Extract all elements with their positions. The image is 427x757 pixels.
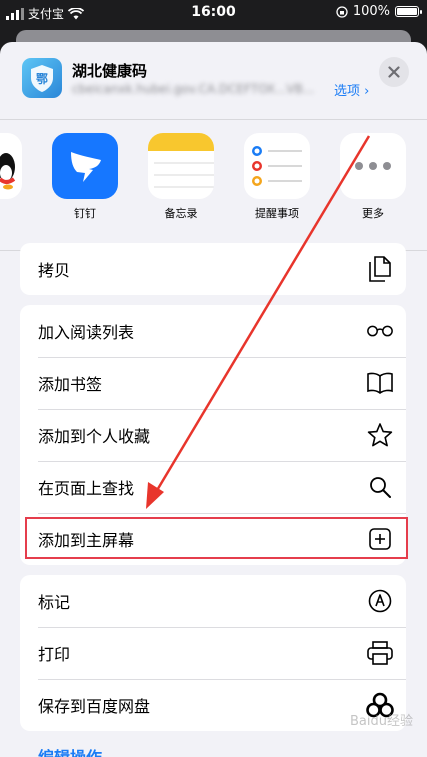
page-url: cbeicanxk.hubei.gov.CA.DCEFTOX...VB... bbox=[72, 82, 315, 96]
printer-icon bbox=[366, 639, 394, 667]
close-icon bbox=[388, 66, 400, 78]
action-label: 打印 bbox=[38, 645, 71, 664]
shield-icon: 鄂 bbox=[31, 65, 53, 92]
search-icon bbox=[366, 473, 394, 501]
action-find-on-page[interactable]: 在页面上查找 bbox=[20, 461, 406, 513]
rotation-lock-icon bbox=[336, 5, 348, 18]
share-app-label: 提醒事项 bbox=[255, 207, 299, 220]
action-label: 拷贝 bbox=[38, 261, 71, 280]
status-bar: 支付宝 16:00 100% bbox=[0, 0, 427, 26]
action-label: 添加书签 bbox=[38, 375, 103, 394]
dingtalk-icon bbox=[52, 133, 118, 199]
action-label: 在页面上查找 bbox=[38, 479, 135, 498]
action-group-browser: 加入阅读列表 添加书签 添加到个人收藏 在页面上查找 添加到主屏幕 bbox=[20, 305, 406, 565]
share-app-label: 备忘录 bbox=[164, 207, 198, 220]
notes-icon bbox=[148, 133, 214, 199]
action-add-favorites[interactable]: 添加到个人收藏 bbox=[20, 409, 406, 461]
action-print[interactable]: 打印 bbox=[20, 627, 406, 679]
share-app-label: 钉钉 bbox=[74, 207, 96, 220]
action-label: 添加到个人收藏 bbox=[38, 427, 151, 446]
markup-icon bbox=[366, 587, 394, 615]
share-app-qq[interactable] bbox=[0, 133, 22, 205]
qq-icon bbox=[0, 133, 22, 199]
action-reading-list[interactable]: 加入阅读列表 bbox=[20, 305, 406, 357]
action-label: 添加到主屏幕 bbox=[38, 531, 135, 550]
action-label: 保存到百度网盘 bbox=[38, 697, 151, 716]
share-sheet: 鄂 湖北健康码 cbeicanxk.hubei.gov.CA.DCEFTOX..… bbox=[0, 42, 427, 757]
battery-icon bbox=[395, 6, 422, 17]
share-app-dingtalk[interactable]: 钉钉 bbox=[52, 133, 118, 221]
action-markup[interactable]: 标记 bbox=[20, 575, 406, 627]
edit-actions-link[interactable]: 编辑操作... bbox=[38, 744, 120, 757]
share-app-more[interactable]: 更多 bbox=[340, 133, 406, 221]
action-label: 加入阅读列表 bbox=[38, 323, 135, 342]
battery-percent: 100% bbox=[352, 4, 390, 19]
glasses-icon bbox=[366, 317, 394, 345]
close-button[interactable] bbox=[379, 57, 409, 87]
action-add-to-home-screen[interactable]: 添加到主屏幕 bbox=[20, 513, 406, 565]
action-group-copy: 拷贝 bbox=[20, 243, 406, 295]
copy-icon bbox=[366, 255, 394, 283]
app-icon-text: 鄂 bbox=[36, 72, 48, 86]
status-right: 100% bbox=[336, 4, 422, 19]
share-app-reminders[interactable]: 提醒事项 bbox=[244, 133, 310, 221]
action-save-to-baidu[interactable]: 保存到百度网盘 bbox=[20, 679, 406, 731]
add-square-icon bbox=[366, 525, 394, 553]
watermark: Baidu经验 bbox=[350, 714, 413, 729]
options-link[interactable]: 选项 › bbox=[334, 80, 369, 99]
action-add-bookmark[interactable]: 添加书签 bbox=[20, 357, 406, 409]
action-label: 标记 bbox=[38, 593, 71, 612]
book-icon bbox=[366, 369, 394, 397]
app-title: 湖北健康码 bbox=[72, 62, 148, 80]
app-icon: 鄂 bbox=[22, 58, 62, 98]
action-group-other: 标记 打印 保存到百度网盘 bbox=[20, 575, 406, 731]
share-app-notes[interactable]: 备忘录 bbox=[148, 133, 214, 221]
action-copy[interactable]: 拷贝 bbox=[20, 243, 406, 295]
share-apps-row: 钉钉 备忘录 提醒事项 更多 bbox=[0, 121, 427, 251]
reminders-icon bbox=[244, 133, 310, 199]
share-header: 鄂 湖北健康码 cbeicanxk.hubei.gov.CA.DCEFTOX..… bbox=[0, 42, 427, 120]
more-icon bbox=[340, 133, 406, 199]
share-app-label: 更多 bbox=[362, 207, 384, 220]
star-icon bbox=[366, 421, 394, 449]
